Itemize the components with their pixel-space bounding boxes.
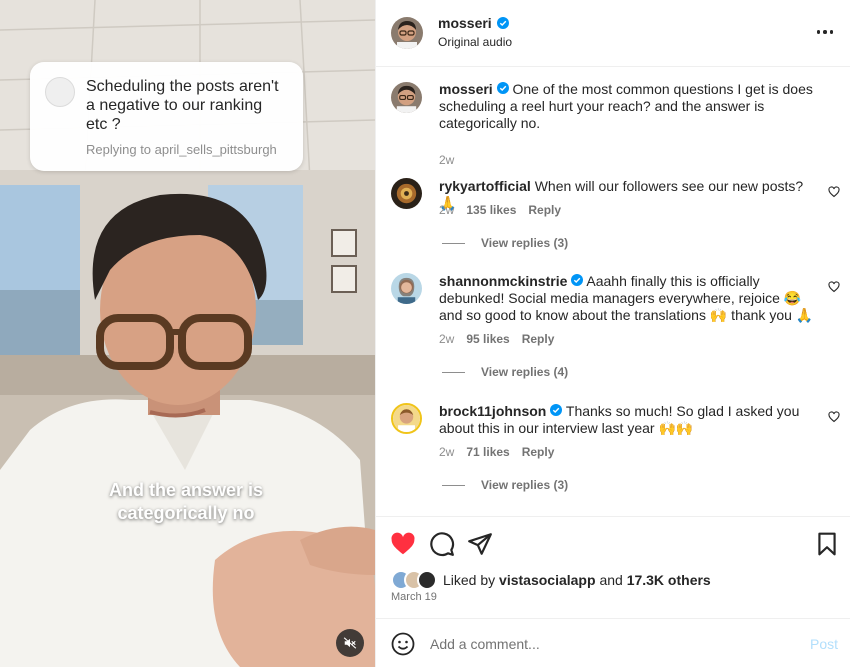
comment-username[interactable]: shannonmckinstrie bbox=[439, 273, 567, 289]
reply-button[interactable]: Reply bbox=[522, 445, 555, 459]
more-options-icon bbox=[816, 30, 821, 34]
comment-username[interactable]: mosseri bbox=[439, 81, 493, 97]
reply-avatar bbox=[45, 77, 75, 107]
comment-meta: 2w 71 likes Reply bbox=[439, 445, 554, 459]
view-replies-label[interactable]: View replies (3) bbox=[481, 478, 568, 492]
emoji-smiley-icon[interactable] bbox=[391, 632, 415, 656]
liked-by-and: and bbox=[599, 572, 623, 588]
author-username[interactable]: mosseri bbox=[438, 15, 492, 31]
avatar[interactable] bbox=[391, 403, 422, 434]
replies-divider bbox=[442, 242, 465, 244]
comment-likes[interactable]: 71 likes bbox=[466, 445, 509, 459]
post-date[interactable]: March 19 bbox=[391, 591, 437, 603]
comments-list[interactable]: mosseri One of the most common questions… bbox=[376, 68, 850, 516]
liked-by-row: Liked by vistasocialapp and 17.3K others bbox=[391, 570, 711, 590]
verified-badge-icon bbox=[496, 17, 509, 29]
comment-like-heart-icon[interactable] bbox=[828, 411, 840, 423]
comment-like-heart-icon[interactable] bbox=[828, 186, 840, 198]
avatar[interactable] bbox=[391, 178, 422, 209]
reply-question-text: Scheduling the posts aren't a negative t… bbox=[86, 78, 279, 133]
reel-video[interactable]: Scheduling the posts aren't a negative t… bbox=[0, 0, 375, 667]
comment-username[interactable]: brock11johnson bbox=[439, 403, 546, 419]
reply-sticker: Scheduling the posts aren't a negative t… bbox=[30, 62, 303, 171]
replies-divider bbox=[442, 484, 465, 486]
original-audio-link[interactable]: Original audio bbox=[438, 35, 512, 49]
author-avatar[interactable] bbox=[391, 17, 423, 49]
author-username-row[interactable]: mosseri bbox=[438, 15, 509, 31]
post-header: mosseri Original audio bbox=[376, 0, 850, 67]
avatar-image bbox=[391, 178, 422, 209]
comment-meta: 2w 135 likes Reply bbox=[439, 203, 561, 217]
liked-by-others[interactable]: 17.3K others bbox=[627, 572, 711, 588]
verified-badge-icon bbox=[496, 82, 509, 94]
mute-button[interactable] bbox=[336, 629, 364, 657]
comment-bubble-icon[interactable] bbox=[429, 531, 455, 557]
avatar-image bbox=[391, 82, 422, 113]
avatar[interactable] bbox=[391, 82, 422, 113]
reply-button[interactable]: Reply bbox=[528, 203, 561, 217]
verified-badge-icon bbox=[550, 404, 563, 416]
reply-to-text: Replying to april_sells_pittsburgh bbox=[86, 142, 277, 157]
comment-likes[interactable]: 135 likes bbox=[466, 203, 516, 217]
comment-body: mosseri One of the most common questions… bbox=[439, 81, 819, 132]
post-comment-button[interactable]: Post bbox=[810, 636, 838, 652]
comment-time[interactable]: 2w bbox=[439, 203, 454, 217]
liked-avatar bbox=[417, 570, 437, 590]
video-caption: And the answer is categorically no bbox=[108, 480, 264, 523]
replies-divider bbox=[442, 371, 465, 373]
comment-time[interactable]: 2w bbox=[439, 445, 454, 459]
muted-speaker-icon bbox=[343, 637, 357, 649]
avatar-image bbox=[391, 273, 422, 304]
comment-body: shannonmckinstrie Aaahh finally this is … bbox=[439, 273, 819, 324]
reply-button[interactable]: Reply bbox=[522, 332, 555, 346]
comment-text: One of the most common questions I get i… bbox=[439, 81, 813, 131]
liked-by-prefix: Liked by bbox=[443, 572, 496, 588]
post-actions: Liked by vistasocialapp and 17.3K others bbox=[376, 516, 850, 618]
view-replies-button[interactable]: View replies (3) bbox=[442, 236, 568, 250]
view-replies-button[interactable]: View replies (3) bbox=[442, 478, 568, 492]
comment-time[interactable]: 2w bbox=[439, 153, 454, 167]
post-panel: mosseri Original audio mosseri One of th… bbox=[375, 0, 850, 667]
share-paper-plane-icon[interactable] bbox=[467, 531, 493, 557]
comment-meta: 2w bbox=[439, 153, 454, 167]
verified-badge-icon bbox=[571, 274, 584, 286]
like-heart-icon[interactable] bbox=[390, 531, 416, 557]
view-replies-button[interactable]: View replies (4) bbox=[442, 365, 568, 379]
comment-input[interactable] bbox=[430, 633, 790, 655]
view-replies-label[interactable]: View replies (4) bbox=[481, 365, 568, 379]
liked-by-avatars[interactable] bbox=[391, 570, 439, 590]
avatar-image bbox=[391, 17, 423, 49]
comment-body: brock11johnson Thanks so much! So glad I… bbox=[439, 403, 819, 437]
comment-time[interactable]: 2w bbox=[439, 332, 454, 346]
comment-username[interactable]: rykyartofficial bbox=[439, 178, 531, 194]
avatar-image bbox=[393, 405, 420, 432]
comment-likes[interactable]: 95 likes bbox=[466, 332, 509, 346]
save-bookmark-icon[interactable] bbox=[814, 531, 840, 557]
view-replies-label[interactable]: View replies (3) bbox=[481, 236, 568, 250]
liked-by-user[interactable]: vistasocialapp bbox=[499, 572, 596, 588]
comment-meta: 2w 95 likes Reply bbox=[439, 332, 554, 346]
more-options-button[interactable] bbox=[813, 22, 837, 42]
avatar[interactable] bbox=[391, 273, 422, 304]
add-comment-bar: Post bbox=[376, 618, 850, 667]
comment-like-heart-icon[interactable] bbox=[828, 281, 840, 293]
